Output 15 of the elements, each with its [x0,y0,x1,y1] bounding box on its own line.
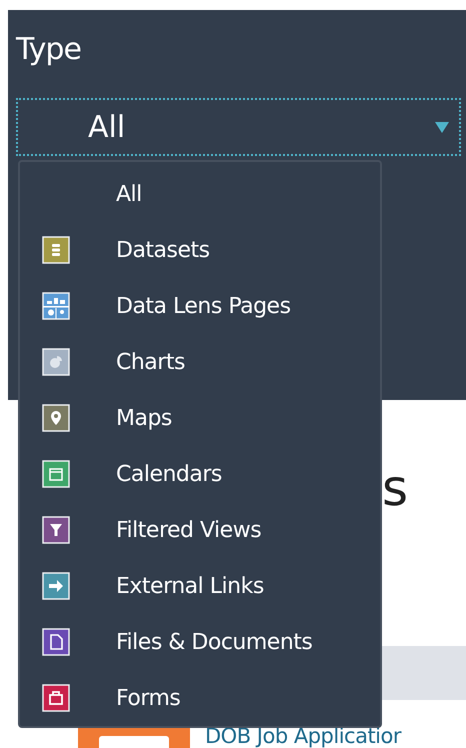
page-heading: s [382,458,408,518]
menu-item[interactable]: Files & Documents [20,614,380,670]
menu-item[interactable]: Forms [20,670,380,726]
result-title-link[interactable]: DOB Job Applicatior [205,726,401,746]
caret-icon [435,122,449,132]
menu-item[interactable]: Data Lens Pages [20,278,380,334]
menu-item[interactable]: Datasets [20,222,380,278]
menu-item[interactable]: Calendars [20,446,380,502]
menu-item[interactable]: Charts [20,334,380,390]
menu-item[interactable]: Filtered Views [20,502,380,558]
menu-item[interactable]: Maps [20,390,380,446]
filter-label: Type [16,32,82,68]
menu-item[interactable]: All [20,166,380,222]
type-select[interactable]: All [16,98,461,156]
menu-item[interactable]: External Links [20,558,380,614]
